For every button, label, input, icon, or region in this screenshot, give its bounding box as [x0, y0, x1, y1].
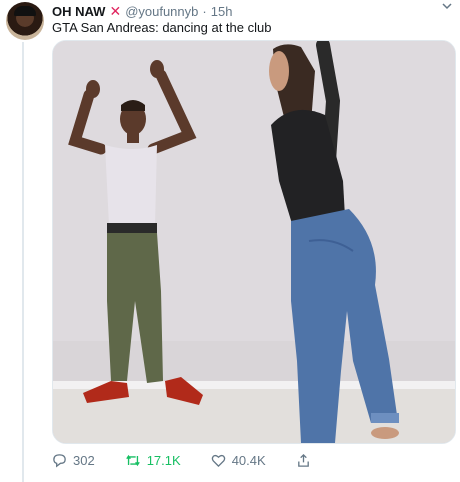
tweet-header: OH NAW ✕ @youfunnyb · 15h [52, 2, 440, 20]
like-count: 40.4K [231, 452, 266, 468]
media-illustration [53, 41, 455, 443]
display-name[interactable]: OH NAW [52, 4, 105, 19]
separator-dot: · [202, 3, 207, 19]
cross-mark-icon: ✕ [109, 2, 122, 19]
timestamp[interactable]: 15h [211, 4, 233, 19]
like-button[interactable]: 40.4K [211, 453, 266, 468]
avatar-cap [14, 6, 36, 16]
share-button[interactable] [296, 453, 311, 468]
user-handle[interactable]: @youfunnyb [125, 4, 198, 19]
retweet-icon [125, 454, 140, 466]
share-icon [297, 453, 309, 467]
reply-count: 302 [73, 452, 95, 468]
chevron-down-icon[interactable] [440, 0, 454, 14]
reply-icon [53, 453, 66, 467]
tweet-actions: 302 17.1K 40.4K [52, 448, 352, 472]
tweet-text: GTA San Andreas: dancing at the club [52, 20, 272, 35]
avatar[interactable] [6, 2, 44, 40]
thread-line [22, 42, 24, 482]
heart-icon [211, 454, 225, 467]
retweet-button[interactable]: 17.1K [125, 453, 181, 468]
retweet-count: 17.1K [146, 452, 181, 468]
tweet-media-image[interactable] [52, 40, 456, 444]
reply-button[interactable]: 302 [52, 453, 95, 468]
